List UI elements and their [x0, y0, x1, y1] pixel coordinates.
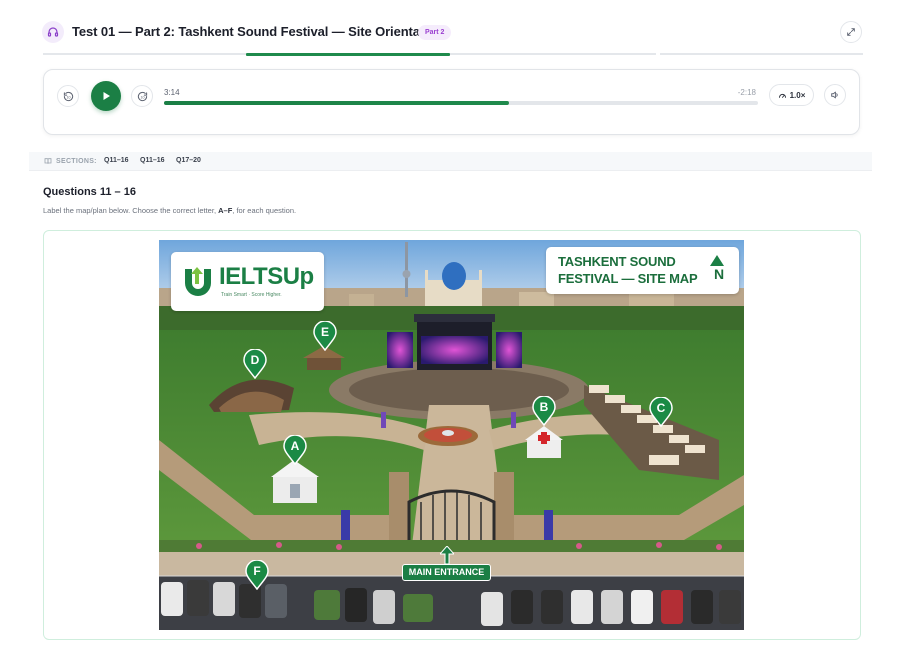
expand-button[interactable] — [840, 21, 862, 43]
gauge-icon — [778, 93, 786, 98]
remaining-time: -2:18 — [737, 88, 756, 97]
north-arrow: N — [710, 255, 728, 281]
expand-icon — [847, 28, 855, 36]
map-pin-letter: C — [656, 401, 666, 415]
rewind-button[interactable]: 10 — [57, 85, 79, 107]
forward-button[interactable]: 10 — [131, 85, 153, 107]
speed-label: 1.0× — [789, 90, 806, 100]
seek-bar[interactable] — [164, 101, 758, 105]
forward-icon: 10 — [137, 91, 147, 101]
map-pin-letter: E — [320, 325, 329, 339]
sections-bar: SECTIONS: Q11–16 Q11–16 Q17–20 — [29, 152, 872, 171]
map-pin-a: A — [283, 435, 307, 465]
book-icon — [44, 158, 52, 164]
part-progress-4[interactable] — [660, 53, 863, 55]
section-link[interactable]: Q11–16 — [140, 157, 165, 164]
sections-label-text: SECTIONS: — [56, 157, 97, 165]
svg-text:10: 10 — [66, 95, 70, 99]
map-pin-letter: F — [253, 564, 261, 578]
part-progress-current[interactable] — [246, 53, 450, 56]
north-letter: N — [713, 266, 725, 282]
map-pin-letter: D — [250, 353, 260, 367]
map-pin-letter: A — [290, 439, 300, 453]
audio-player: 10 10 3:14 -2:18 1.0× — [43, 69, 860, 135]
map-title-box: TASHKENT SOUND FESTIVAL — SITE MAP N — [546, 247, 739, 294]
play-icon — [103, 92, 110, 100]
map-pin-c: C — [649, 397, 673, 427]
map-pin-b: B — [532, 396, 556, 426]
map-title-line-2: FESTIVAL — SITE MAP — [558, 271, 698, 286]
header: Test 01 — Part 2: Tashkent Sound Festiva… — [0, 0, 900, 66]
volume-icon — [831, 91, 838, 99]
instruction-letters: A–F — [218, 206, 233, 215]
headphones-icon — [42, 21, 64, 43]
map-pin-d: D — [243, 349, 267, 379]
current-time: 3:14 — [164, 88, 180, 97]
ieltsup-logo: IELTSUp Train Smart · Score Higher. — [171, 252, 324, 311]
logo-tagline: Train Smart · Score Higher. — [221, 292, 282, 298]
map-pin-e: E — [313, 321, 337, 351]
svg-text:10: 10 — [140, 95, 144, 99]
ieltsup-logo-mark — [185, 267, 211, 296]
map-pin-letter: B — [539, 400, 549, 414]
main-entrance-label: MAIN ENTRANCE — [402, 564, 491, 581]
section-link[interactable]: Q11–16 — [104, 157, 129, 164]
section-link[interactable]: Q17–20 — [176, 157, 201, 164]
sections-label: SECTIONS: — [44, 157, 97, 165]
page-title: Test 01 — Part 2: Tashkent Sound Festiva… — [72, 24, 444, 39]
map-title-line-1: TASHKENT SOUND — [558, 254, 676, 269]
instruction-text: Label the map/plan below. Choose the cor… — [43, 206, 219, 215]
rewind-icon: 10 — [63, 91, 73, 101]
play-button[interactable] — [91, 81, 121, 111]
logo-name: IELTSUp — [219, 263, 314, 290]
speed-button[interactable]: 1.0× — [769, 84, 814, 106]
part-progress-1[interactable] — [43, 53, 246, 55]
questions-instruction: Label the map/plan below. Choose the cor… — [43, 206, 296, 215]
volume-button[interactable] — [824, 84, 846, 106]
seek-bar-fill — [164, 101, 509, 105]
instruction-text-end: , for each question. — [232, 206, 297, 215]
entrance-arrow-icon — [440, 546, 454, 564]
part-progress-3[interactable] — [450, 53, 656, 55]
map-pin-f: F — [245, 560, 269, 590]
questions-title: Questions 11 – 16 — [43, 186, 136, 198]
festival-site-map: IELTSUp Train Smart · Score Higher. TASH… — [159, 240, 744, 630]
part-badge: Part 2 — [418, 25, 452, 40]
